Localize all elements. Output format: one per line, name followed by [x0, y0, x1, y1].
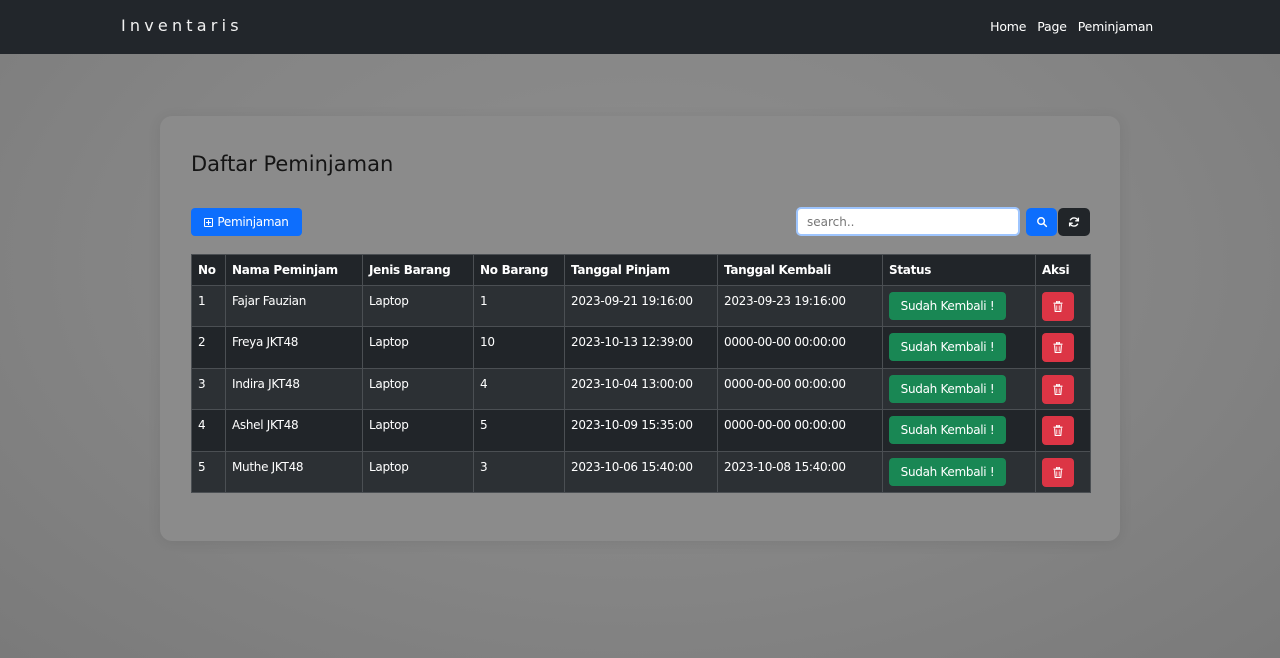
cell-nama-peminjam: Freya JKT48: [225, 326, 363, 369]
trash-icon: [1053, 383, 1063, 395]
status-badge[interactable]: Sudah Kembali !: [889, 416, 1006, 445]
cell-jenis-barang: Laptop: [362, 284, 474, 328]
cell-status: Sudah Kembali !: [882, 367, 1036, 411]
cell-no-barang: 4: [473, 367, 565, 411]
add-peminjaman-button[interactable]: Peminjaman: [191, 208, 302, 236]
cell-tanggal-pinjam: 2023-10-04 13:00:00: [564, 367, 718, 411]
status-badge[interactable]: Sudah Kembali !: [889, 292, 1006, 320]
delete-button[interactable]: [1042, 333, 1074, 363]
cell-tanggal-kembali: 2023-09-23 19:16:00: [717, 284, 883, 328]
cell-status: Sudah Kembali !: [882, 284, 1036, 328]
cell-tanggal-pinjam: 2023-10-06 15:40:00: [564, 450, 718, 493]
trash-icon: [1053, 301, 1063, 312]
cell-tanggal-kembali: 0000-00-00 00:00:00: [717, 409, 883, 452]
cell-status: Sudah Kembali !: [882, 450, 1036, 493]
cell-no: 4: [191, 409, 226, 452]
cell-aksi: [1035, 450, 1091, 493]
delete-button[interactable]: [1042, 374, 1074, 404]
cell-aksi: [1035, 284, 1091, 328]
cell-tanggal-kembali: 0000-00-00 00:00:00: [717, 326, 883, 369]
nav-link-page[interactable]: Page: [1037, 19, 1067, 34]
nav-link-home[interactable]: Home: [990, 19, 1026, 34]
cell-aksi: [1035, 409, 1091, 452]
nav-link-peminjaman[interactable]: Peminjaman: [1078, 19, 1153, 34]
search-button[interactable]: [1026, 208, 1057, 236]
add-button-label: Peminjaman: [217, 215, 289, 229]
cell-no-barang: 1: [473, 284, 565, 328]
table-row: 2 Freya JKT48 Laptop 10 2023-10-13 12:39…: [191, 326, 1091, 369]
delete-button[interactable]: [1042, 457, 1074, 487]
cell-nama-peminjam: Muthe JKT48: [225, 450, 363, 493]
table-body: 1 Fajar Fauzian Laptop 1 2023-09-21 19:1…: [191, 284, 1091, 493]
header-tanggal-pinjam: Tanggal Pinjam: [564, 254, 718, 286]
cell-aksi: [1035, 326, 1091, 369]
cell-no: 1: [191, 284, 226, 328]
table-header-row: No Nama Peminjam Jenis Barang No Barang …: [191, 254, 1091, 286]
header-nama-peminjam: Nama Peminjam: [225, 254, 363, 286]
cell-tanggal-pinjam: 2023-09-21 19:16:00: [564, 284, 718, 328]
cell-tanggal-kembali: 2023-10-08 15:40:00: [717, 450, 883, 493]
delete-button[interactable]: [1042, 292, 1074, 321]
header-jenis-barang: Jenis Barang: [362, 254, 474, 286]
reset-button[interactable]: [1058, 208, 1090, 236]
trash-icon: [1053, 466, 1063, 478]
cell-aksi: [1035, 367, 1091, 411]
cell-no: 3: [191, 367, 226, 411]
table-row: 3 Indira JKT48 Laptop 4 2023-10-04 13:00…: [191, 367, 1091, 411]
cell-nama-peminjam: Fajar Fauzian: [225, 284, 363, 328]
table-row: 4 Ashel JKT48 Laptop 5 2023-10-09 15:35:…: [191, 409, 1091, 452]
cell-jenis-barang: Laptop: [362, 450, 474, 493]
plus-square-icon: [204, 217, 214, 227]
cell-status: Sudah Kembali !: [882, 326, 1036, 369]
brand-logo[interactable]: Inventaris: [121, 16, 243, 35]
cell-tanggal-pinjam: 2023-10-13 12:39:00: [564, 326, 718, 369]
cell-nama-peminjam: Indira JKT48: [225, 367, 363, 411]
cell-nama-peminjam: Ashel JKT48: [225, 409, 363, 452]
trash-icon: [1053, 425, 1063, 437]
refresh-icon: [1068, 217, 1080, 227]
table-row: 1 Fajar Fauzian Laptop 1 2023-09-21 19:1…: [191, 284, 1091, 328]
cell-no: 5: [191, 450, 226, 493]
cell-jenis-barang: Laptop: [362, 409, 474, 452]
nav-links: Home Page Peminjaman: [990, 19, 1153, 34]
navbar: Inventaris Home Page Peminjaman: [0, 0, 1280, 54]
header-no: No: [191, 254, 226, 286]
cell-jenis-barang: Laptop: [362, 326, 474, 369]
table-row: 5 Muthe JKT48 Laptop 3 2023-10-06 15:40:…: [191, 450, 1091, 493]
header-status: Status: [882, 254, 1036, 286]
cell-no: 2: [191, 326, 226, 369]
header-aksi: Aksi: [1035, 254, 1091, 286]
page-title: Daftar Peminjaman: [191, 152, 394, 176]
cell-jenis-barang: Laptop: [362, 367, 474, 411]
cell-tanggal-pinjam: 2023-10-09 15:35:00: [564, 409, 718, 452]
cell-no-barang: 5: [473, 409, 565, 452]
cell-no-barang: 3: [473, 450, 565, 493]
header-no-barang: No Barang: [473, 254, 565, 286]
status-badge[interactable]: Sudah Kembali !: [889, 333, 1006, 362]
status-badge[interactable]: Sudah Kembali !: [889, 374, 1006, 403]
cell-tanggal-kembali: 0000-00-00 00:00:00: [717, 367, 883, 411]
status-badge[interactable]: Sudah Kembali !: [889, 457, 1006, 486]
cell-status: Sudah Kembali !: [882, 409, 1036, 452]
peminjaman-table: No Nama Peminjam Jenis Barang No Barang …: [191, 254, 1091, 493]
search-icon: [1036, 217, 1047, 228]
cell-no-barang: 10: [473, 326, 565, 369]
search-input[interactable]: [796, 207, 1020, 236]
content-card: Daftar Peminjaman Peminjaman No Nama Pem…: [160, 116, 1120, 541]
delete-button[interactable]: [1042, 416, 1074, 446]
trash-icon: [1053, 342, 1063, 354]
header-tanggal-kembali: Tanggal Kembali: [717, 254, 883, 286]
